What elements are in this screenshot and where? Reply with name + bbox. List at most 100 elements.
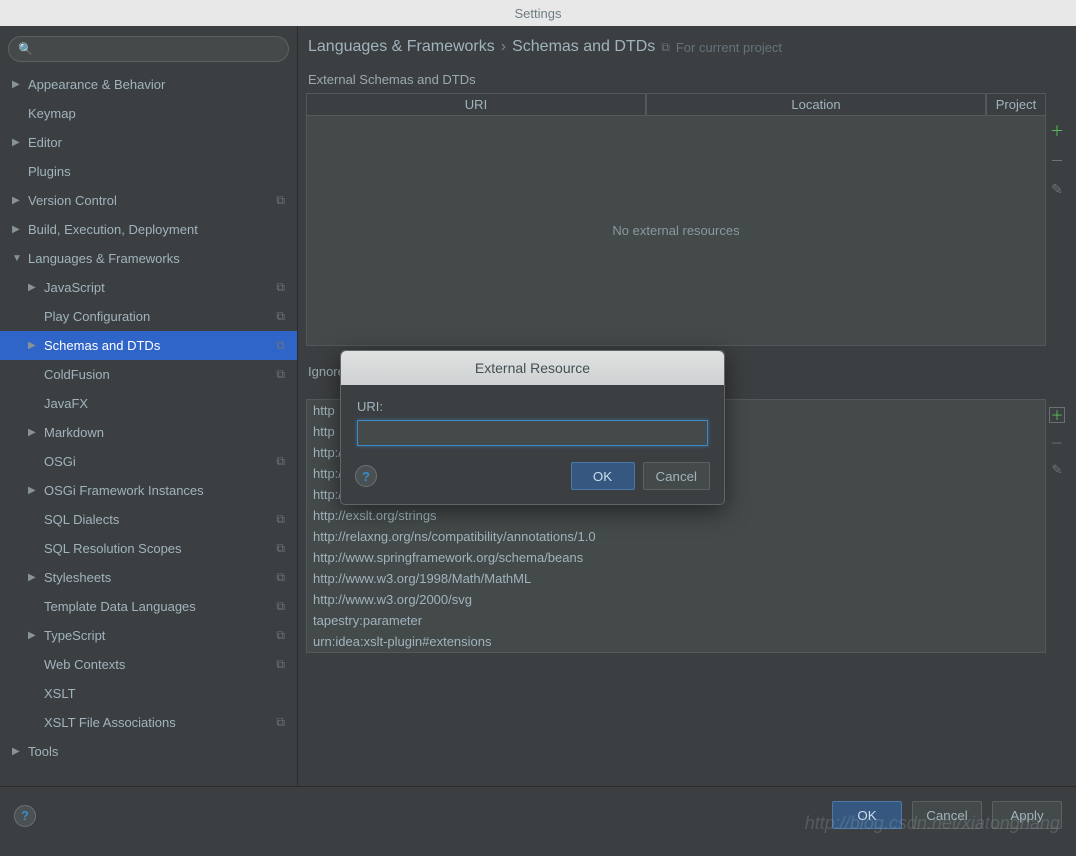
breadcrumb-separator: › xyxy=(501,38,506,56)
apply-button[interactable]: Apply xyxy=(992,801,1062,829)
ignored-item[interactable]: http://www.springframework.org/schema/be… xyxy=(307,547,1045,568)
tree-item-label: Stylesheets xyxy=(44,570,111,585)
tree-arrow-icon[interactable]: ▶ xyxy=(12,195,24,206)
breadcrumb-note: For current project xyxy=(676,40,782,55)
cancel-button[interactable]: Cancel xyxy=(912,801,982,829)
tree-item-markdown[interactable]: ▶ Markdown xyxy=(0,418,297,447)
breadcrumb-b[interactable]: Schemas and DTDs xyxy=(512,38,655,56)
tree-item-javascript[interactable]: ▶JavaScript⧉ xyxy=(0,273,297,302)
tree-arrow-icon[interactable]: ▶ xyxy=(28,485,40,496)
tree-item-stylesheets[interactable]: ▶ Stylesheets ⧉ xyxy=(0,563,297,592)
tree-item-label: Schemas and DTDs xyxy=(44,338,160,353)
window-titlebar: Settings xyxy=(0,0,1076,26)
project-scope-icon: ⧉ xyxy=(276,628,285,643)
tree-item-label: XSLT File Associations xyxy=(44,715,176,730)
ignored-item[interactable]: http://www.w3.org/1998/Math/MathML xyxy=(307,568,1045,589)
tree-arrow-icon[interactable]: ▶ xyxy=(28,282,40,293)
tree-item-xslt-file-associations[interactable]: ▶XSLT File Associations⧉ xyxy=(0,708,297,737)
tree-item-label: Build, Execution, Deployment xyxy=(28,222,198,237)
tree-item-xslt[interactable]: ▶XSLT xyxy=(0,679,297,708)
dialog-title: External Resource xyxy=(341,351,724,385)
tree-item-editor[interactable]: ▶ Editor xyxy=(0,128,297,157)
remove-external-button[interactable]: － xyxy=(1050,151,1064,171)
tree-arrow-icon[interactable]: ▶ xyxy=(12,79,24,90)
settings-sidebar: 🔍 ▶Appearance & Behavior▶Keymap▶Editor▶P… xyxy=(0,26,298,786)
tree-item-appearance-behavior[interactable]: ▶Appearance & Behavior xyxy=(0,70,297,99)
project-scope-icon: ⧉ xyxy=(276,338,285,353)
tree-item-typescript[interactable]: ▶ TypeScript ⧉ xyxy=(0,621,297,650)
add-external-button[interactable]: ＋ xyxy=(1050,121,1064,141)
dialog-ok-button[interactable]: OK xyxy=(571,462,635,490)
window-title: Settings xyxy=(515,6,562,21)
tree-item-play-configuration[interactable]: ▶Play Configuration⧉ xyxy=(0,302,297,331)
search-input[interactable] xyxy=(8,36,289,62)
breadcrumb-a[interactable]: Languages & Frameworks xyxy=(308,38,495,56)
help-button[interactable]: ? xyxy=(14,805,36,827)
dialog-uri-label: URI: xyxy=(357,399,708,414)
tree-arrow-icon[interactable]: ▶ xyxy=(28,340,40,351)
tree-item-label: Editor xyxy=(28,135,62,150)
tree-item-label: SQL Resolution Scopes xyxy=(44,541,182,556)
project-scope-icon: ⧉ xyxy=(276,657,285,672)
ignored-item[interactable]: http://relaxng.org/ns/compatibility/anno… xyxy=(307,526,1045,547)
settings-tree: ▶Appearance & Behavior▶Keymap▶Editor▶Plu… xyxy=(0,70,297,786)
ignored-item[interactable]: urn:idea:xslt-plugin#extensions xyxy=(307,631,1045,652)
tree-arrow-icon[interactable]: ▶ xyxy=(28,630,40,641)
external-schemas-table: URI Location Project No external resourc… xyxy=(306,93,1046,346)
tree-item-coldfusion[interactable]: ▶ColdFusion⧉ xyxy=(0,360,297,389)
tree-item-web-contexts[interactable]: ▶Web Contexts⧉ xyxy=(0,650,297,679)
tree-item-label: OSGi xyxy=(44,454,76,469)
tree-item-osgi[interactable]: ▶OSGi⧉ xyxy=(0,447,297,476)
tree-arrow-icon[interactable]: ▶ xyxy=(12,224,24,235)
edit-ignored-button[interactable]: ✎ xyxy=(1052,462,1063,478)
tree-item-languages-frameworks[interactable]: ▼ Languages & Frameworks xyxy=(0,244,297,273)
tree-item-sql-dialects[interactable]: ▶SQL Dialects⧉ xyxy=(0,505,297,534)
tree-item-plugins[interactable]: ▶Plugins xyxy=(0,157,297,186)
ignored-item[interactable]: http://exslt.org/strings xyxy=(307,505,1045,526)
tree-item-osgi-framework-instances[interactable]: ▶ OSGi Framework Instances xyxy=(0,476,297,505)
tree-item-label: Plugins xyxy=(28,164,71,179)
col-location[interactable]: Location xyxy=(646,93,986,116)
tree-item-javafx[interactable]: ▶JavaFX xyxy=(0,389,297,418)
project-scope-icon: ⧉ xyxy=(661,40,670,55)
tree-item-build-execution-deployment[interactable]: ▶ Build, Execution, Deployment xyxy=(0,215,297,244)
dialog-help-button[interactable]: ? xyxy=(355,465,377,487)
tree-arrow-icon[interactable]: ▶ xyxy=(28,427,40,438)
project-scope-icon: ⧉ xyxy=(276,570,285,585)
ignored-item[interactable]: tapestry:parameter xyxy=(307,610,1045,631)
project-scope-icon: ⧉ xyxy=(276,367,285,382)
settings-footer: ? OK Cancel Apply xyxy=(0,786,1076,844)
tree-item-label: Tools xyxy=(28,744,58,759)
tree-item-label: Play Configuration xyxy=(44,309,150,324)
dialog-cancel-button[interactable]: Cancel xyxy=(643,462,711,490)
tree-arrow-icon[interactable]: ▶ xyxy=(28,572,40,583)
tree-item-keymap[interactable]: ▶Keymap xyxy=(0,99,297,128)
remove-ignored-button[interactable]: － xyxy=(1050,433,1063,452)
tree-item-label: TypeScript xyxy=(44,628,105,643)
tree-item-label: Web Contexts xyxy=(44,657,125,672)
ok-button[interactable]: OK xyxy=(832,801,902,829)
tree-arrow-icon[interactable]: ▶ xyxy=(12,137,24,148)
col-project[interactable]: Project xyxy=(986,93,1046,116)
tree-item-label: SQL Dialects xyxy=(44,512,119,527)
tree-item-label: Markdown xyxy=(44,425,104,440)
tree-item-version-control[interactable]: ▶Version Control⧉ xyxy=(0,186,297,215)
tree-item-label: Languages & Frameworks xyxy=(28,251,180,266)
tree-arrow-icon[interactable]: ▶ xyxy=(12,746,24,757)
tree-item-label: OSGi Framework Instances xyxy=(44,483,204,498)
tree-item-label: Version Control xyxy=(28,193,117,208)
tree-item-template-data-languages[interactable]: ▶Template Data Languages⧉ xyxy=(0,592,297,621)
tree-item-label: JavaFX xyxy=(44,396,88,411)
col-uri[interactable]: URI xyxy=(306,93,646,116)
tree-item-schemas-and-dtds[interactable]: ▶ Schemas and DTDs ⧉ xyxy=(0,331,297,360)
dialog-uri-input[interactable] xyxy=(357,420,708,446)
add-ignored-button[interactable]: ＋ xyxy=(1049,407,1065,423)
project-scope-icon: ⧉ xyxy=(276,512,285,527)
tree-item-label: ColdFusion xyxy=(44,367,110,382)
ignored-item[interactable]: http://www.w3.org/2000/svg xyxy=(307,589,1045,610)
edit-external-button[interactable]: ✎ xyxy=(1051,181,1063,198)
tree-item-tools[interactable]: ▶ Tools xyxy=(0,737,297,766)
tree-item-sql-resolution-scopes[interactable]: ▶SQL Resolution Scopes⧉ xyxy=(0,534,297,563)
tree-item-label: Keymap xyxy=(28,106,76,121)
tree-arrow-icon[interactable]: ▼ xyxy=(12,253,24,264)
